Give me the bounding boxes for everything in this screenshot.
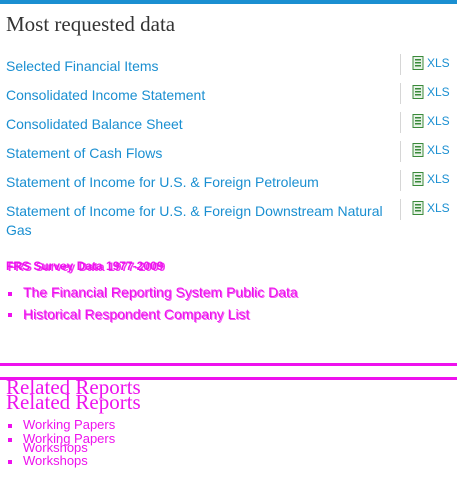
link-consolidated-income-statement[interactable]: Consolidated Income Statement (6, 86, 396, 105)
bullet-icon (8, 424, 12, 428)
xls-label: XLS (427, 172, 450, 186)
top-accent-bar (0, 0, 457, 4)
divider (400, 170, 401, 191)
divider (400, 54, 401, 75)
frs-heading-ghost: FRS Survey Data 1977-2009 (8, 260, 166, 274)
xls-download-link[interactable]: XLS (412, 114, 450, 128)
xls-label: XLS (427, 85, 450, 99)
link-statement-of-cash-flows[interactable]: Statement of Cash Flows (6, 144, 396, 163)
xls-download-link[interactable]: XLS (412, 172, 450, 186)
divider (0, 363, 457, 366)
xls-label: XLS (427, 201, 450, 215)
divider (400, 141, 401, 162)
spreadsheet-icon (412, 143, 424, 157)
xls-download-link[interactable]: XLS (412, 143, 450, 157)
link-frs-public-data-ghost: The Financial Reporting System Public Da… (24, 285, 299, 301)
link-working-papers[interactable]: Working Papers (23, 417, 115, 432)
xls-label: XLS (427, 143, 450, 157)
spreadsheet-icon (412, 85, 424, 99)
spreadsheet-icon (412, 201, 424, 215)
spreadsheet-icon (412, 172, 424, 186)
divider (400, 112, 401, 133)
bullet-icon (8, 438, 12, 442)
spreadsheet-icon (412, 114, 424, 128)
bullet-icon (8, 460, 12, 464)
link-selected-financial-items[interactable]: Selected Financial Items (6, 57, 396, 76)
related-reports-title-ghost: Related Reports (6, 390, 141, 414)
bullet-icon (8, 313, 12, 317)
link-workshops-ghost: Workshops (23, 453, 88, 468)
link-historical-company-list-ghost: Historical Respondent Company List (24, 307, 251, 323)
xls-download-link[interactable]: XLS (412, 85, 450, 99)
divider (400, 83, 401, 104)
divider (400, 199, 401, 220)
xls-download-link[interactable]: XLS (412, 201, 450, 215)
spreadsheet-icon (412, 56, 424, 70)
link-income-natural-gas[interactable]: Statement of Income for U.S. & Foreign D… (6, 202, 396, 240)
page-title: Most requested data (6, 12, 176, 36)
xls-label: XLS (427, 114, 450, 128)
xls-download-link[interactable]: XLS (412, 56, 450, 70)
bullet-icon (8, 292, 12, 296)
link-income-petroleum[interactable]: Statement of Income for U.S. & Foreign P… (6, 173, 396, 192)
link-consolidated-balance-sheet[interactable]: Consolidated Balance Sheet (6, 115, 396, 134)
xls-label: XLS (427, 56, 450, 70)
